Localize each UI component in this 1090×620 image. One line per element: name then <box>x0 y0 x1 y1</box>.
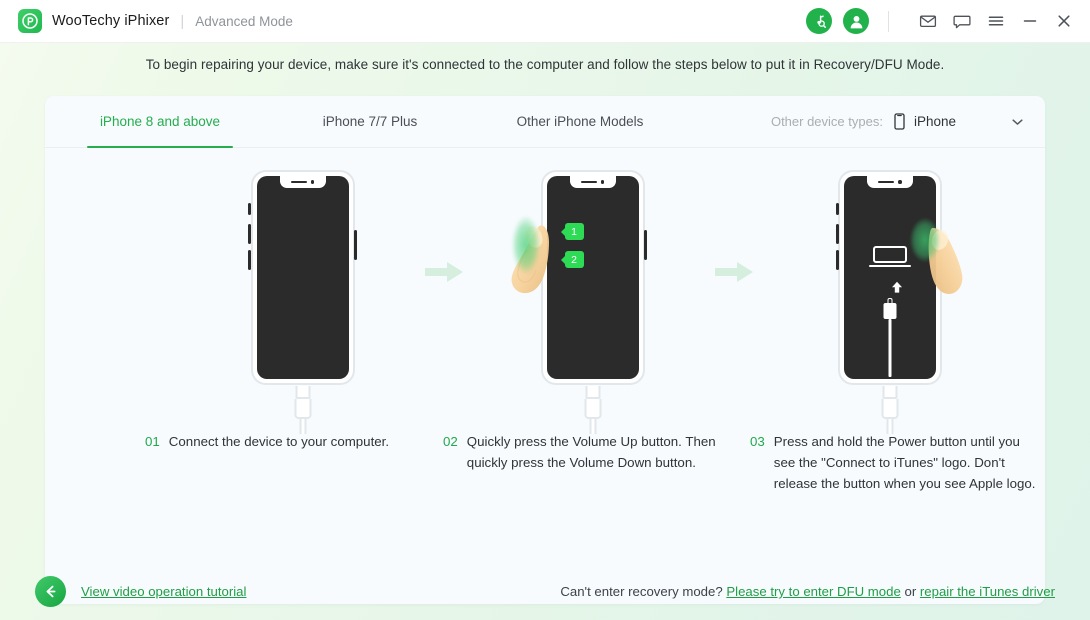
tab-iphone-7-7-plus[interactable]: iPhone 7/7 Plus <box>295 96 445 147</box>
main-body: To begin repairing your device, make sur… <box>0 43 1090 620</box>
itunes-search-icon[interactable] <box>806 8 832 34</box>
footer-bar: View video operation tutorial Can't ente… <box>0 563 1090 620</box>
view-video-tutorial-link[interactable]: View video operation tutorial <box>81 584 246 599</box>
feedback-chat-icon[interactable] <box>950 9 974 33</box>
other-device-types-label: Other device types: <box>770 114 883 129</box>
step-number: 03 <box>750 434 765 449</box>
dfu-mode-link[interactable]: Please try to enter DFU mode <box>726 584 900 599</box>
titlebar-divider <box>888 10 889 32</box>
step-2-illustration: 1 2 <box>470 148 715 434</box>
instruction-banner-text: To begin repairing your device, make sur… <box>145 56 945 72</box>
power-button-icon <box>644 230 647 260</box>
tap-highlight-icon <box>511 216 540 274</box>
step-3-text-row: 03 Press and hold the Power button until… <box>750 431 1040 494</box>
iphone-screen-3 <box>844 176 936 379</box>
volume-up-button-icon <box>248 224 251 244</box>
back-arrow-icon[interactable] <box>35 576 66 607</box>
notch-icon <box>569 176 616 188</box>
iphone-device-2: 1 2 <box>511 170 647 385</box>
other-device-types-selector[interactable]: Other device types: iPhone <box>771 96 1045 147</box>
step-number: 02 <box>443 434 458 449</box>
step-description: Quickly press the Volume Up button. Then… <box>466 434 716 470</box>
hamburger-menu-icon[interactable] <box>984 9 1008 33</box>
step-description: Connect the device to your computer. <box>168 434 390 449</box>
selected-device-type: iPhone <box>913 114 956 129</box>
iphone-device-1 <box>248 170 357 385</box>
chevron-down-icon[interactable] <box>1012 118 1023 126</box>
phone-stage-1 <box>180 148 425 434</box>
power-button-icon <box>354 230 357 260</box>
or-text: or <box>904 584 917 599</box>
volume-up-button-icon <box>835 224 839 244</box>
title-separator: | <box>180 12 185 30</box>
app-mode-label: Advanced Mode <box>195 13 293 29</box>
mail-icon[interactable] <box>916 9 940 33</box>
device-tab-bar: iPhone 8 and above iPhone 7/7 Plus Other… <box>45 96 1045 148</box>
instruction-banner: To begin repairing your device, make sur… <box>0 43 1090 85</box>
step-3-illustration <box>760 148 1020 434</box>
step-arrow-1 <box>423 258 467 286</box>
step-arrow-2 <box>713 258 757 286</box>
lightning-cable-icon-1 <box>291 386 315 434</box>
step-1-text-row: 01 Connect the device to your computer. <box>145 431 435 452</box>
tab-iphone-8-and-above[interactable]: iPhone 8 and above <box>85 96 235 148</box>
close-icon[interactable] <box>1052 9 1076 33</box>
tab-label: iPhone 7/7 Plus <box>322 114 418 129</box>
content-card: iPhone 8 and above iPhone 7/7 Plus Other… <box>45 96 1045 604</box>
app-brand-title: WooTechy iPhixer <box>52 13 170 29</box>
recovery-steps-area: 1 2 01 Connect the device to your comput… <box>45 148 1045 604</box>
iphone-device-3 <box>835 170 963 385</box>
phone-outline-icon <box>894 113 905 130</box>
mute-switch-icon <box>835 203 839 215</box>
repair-itunes-driver-link[interactable]: repair the iTunes driver <box>920 584 1055 599</box>
recovery-question-text: Can't enter recovery mode? <box>560 584 723 599</box>
wootechy-logo-icon <box>18 9 42 33</box>
phone-stage-2: 1 2 <box>470 148 715 434</box>
tab-label: Other iPhone Models <box>516 114 644 129</box>
tab-other-iphone-models[interactable]: Other iPhone Models <box>500 96 660 147</box>
notch-icon <box>279 176 326 188</box>
connect-to-itunes-screen-icon <box>844 176 936 379</box>
volume-down-button-icon <box>835 250 839 270</box>
lightning-cable-icon-3 <box>878 386 902 434</box>
laptop-icon <box>869 246 911 269</box>
step-2-text-row: 02 Quickly press the Volume Up button. T… <box>443 431 723 473</box>
lightning-connector-icon <box>883 298 897 377</box>
mute-switch-icon <box>248 203 251 215</box>
step-1-illustration <box>180 148 425 434</box>
title-bar: WooTechy iPhixer | Advanced Mode <box>0 0 1090 43</box>
tab-label: iPhone 8 and above <box>99 114 221 129</box>
user-account-icon[interactable] <box>843 8 869 34</box>
lightning-cable-icon-2 <box>581 386 605 434</box>
volume-down-button-icon <box>248 250 251 270</box>
step-description: Press and hold the Power button until yo… <box>773 434 1036 491</box>
iphone-screen-1 <box>256 176 349 379</box>
step-number: 01 <box>145 434 160 449</box>
phone-stage-3 <box>760 148 1020 434</box>
volume-up-badge: 1 <box>564 223 584 240</box>
iphone-screen-2: 1 2 <box>546 176 639 379</box>
footer-help-text: Can't enter recovery mode? Please try to… <box>560 584 1055 599</box>
minimize-icon[interactable] <box>1018 9 1042 33</box>
app-window: WooTechy iPhixer | Advanced Mode To begi… <box>0 0 1090 620</box>
volume-down-badge: 2 <box>564 251 584 268</box>
